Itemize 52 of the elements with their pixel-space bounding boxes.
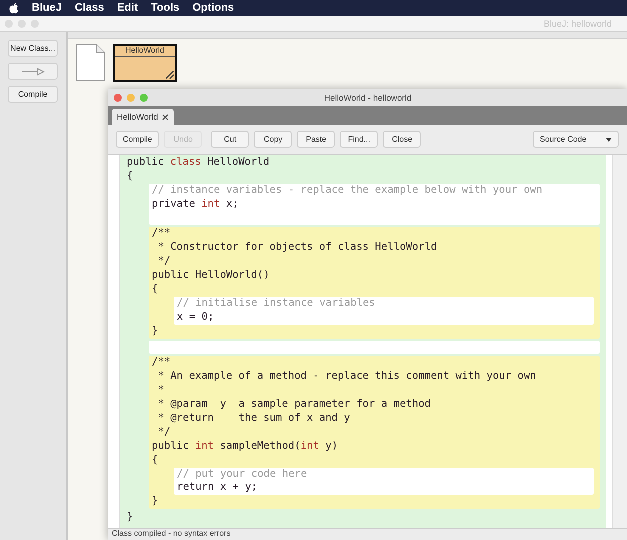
code-line: // instance variables - replace the example below with your own [152,184,544,198]
close-icon[interactable] [162,114,170,120]
side-button[interactable]: New Class... [8,40,58,57]
code-line: private int x; [152,198,240,212]
code-line: * [157,384,166,398]
toolbar-button[interactable]: Copy [254,131,292,148]
class-box[interactable]: HelloWorld [113,44,177,82]
status-text: Class compiled - no syntax errors [111,529,232,538]
menu-item[interactable]: Class [74,2,104,14]
code-line: } [152,495,160,510]
app-menu[interactable]: BlueJ [32,2,62,14]
code-line: { [152,283,160,297]
arrow-button[interactable] [8,63,58,80]
minimize-control[interactable] [127,94,135,102]
caret-icon [606,138,612,142]
code-line: } [152,324,160,339]
scroll-bar[interactable] [612,155,627,528]
code-line: { [152,454,160,468]
code-line: public class HelloWorld [127,156,271,170]
menu-item[interactable]: Options [192,2,234,14]
code-line: */ [157,426,172,440]
arrow-icon [21,68,45,76]
code-line: * @return the sum of x and y [157,412,352,426]
window-title: HelloWorld - helloworld [323,92,413,102]
code-line: public HelloWorld() [152,269,271,284]
code-line: // put your code here [177,468,308,482]
code-line: /** [152,227,172,242]
toolbar-button[interactable]: Cut [211,131,250,148]
code-line: public int sampleMethod(int y) [152,440,340,454]
close-control[interactable] [114,94,122,102]
code-line: */ [157,255,172,270]
zoom-control[interactable] [140,94,148,102]
code-line: // initialise instance variables [177,296,376,311]
toolbar-button[interactable]: Find... [340,131,378,148]
code-line: { [127,170,134,184]
view-select[interactable]: Source Code [533,131,619,148]
code-line: /** [152,356,172,370]
toolbar-button[interactable]: Paste [297,131,336,148]
apple-icon[interactable] [9,2,19,14]
code-line: * An example of a method - replace this comment with your own [157,370,538,384]
editor-tab[interactable]: HelloWorld [112,109,174,125]
toolbar-button[interactable]: Close [383,131,422,148]
code-line: return x + y; [177,481,259,496]
code-line: * Constructor for objects of class HelloWorld [157,241,438,256]
code-line: } [127,511,134,526]
toolbar-button[interactable]: Compile [116,131,160,148]
code-line: x = 0; [177,310,216,325]
code-line: * @param y a sample parameter for a method [157,398,432,412]
menu-item[interactable]: Tools [151,2,180,14]
menu-item[interactable]: Edit [117,2,138,14]
side-button[interactable]: Compile [8,86,58,103]
document-icon[interactable] [76,44,106,82]
